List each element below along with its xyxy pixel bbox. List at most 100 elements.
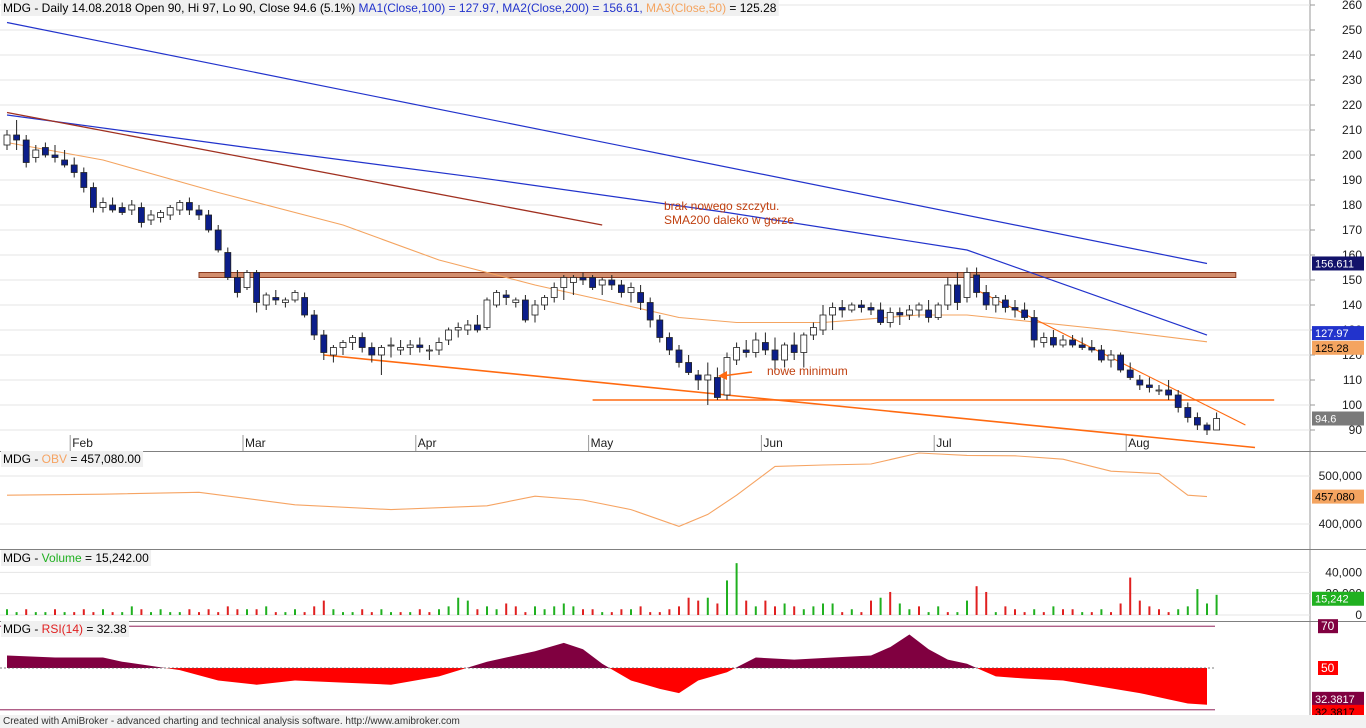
volume-bar — [630, 609, 632, 615]
obv-tick-label: 500,000 — [1319, 469, 1363, 483]
volume-bar — [351, 612, 354, 615]
candle-body-down — [877, 309, 884, 323]
title-segment: MDG - — [3, 452, 42, 466]
candle-body-up — [147, 214, 155, 221]
obv-panel-title: MDG - OBV = 457,080.00 — [3, 452, 141, 466]
candle-body-down — [954, 284, 961, 303]
candle — [464, 320, 472, 335]
candle-body-up — [445, 329, 453, 341]
candle — [416, 337, 424, 353]
candle-body-down — [195, 209, 203, 216]
candle-body-up — [349, 337, 357, 343]
volume-bar — [495, 609, 498, 615]
candle-body-up — [598, 279, 606, 286]
price-panel[interactable] — [3, 21, 1275, 449]
month-label: Jul — [936, 436, 951, 450]
volume-panel-title: MDG - Volume = 15,242.00 — [3, 551, 149, 565]
candle-body-up — [435, 342, 443, 351]
volume-bar — [745, 600, 748, 615]
candle — [224, 247, 232, 280]
value-tag-label: 15,242 — [1315, 594, 1349, 606]
annotation-arrow — [718, 371, 753, 380]
volume-bar — [188, 609, 191, 615]
candle — [934, 302, 942, 320]
volume-bar — [82, 609, 85, 615]
candle — [185, 197, 193, 215]
candle — [358, 332, 366, 353]
candle-body-down — [896, 312, 904, 316]
month-labels: Feb Mar Apr May Jun Jul Aug — [72, 436, 1149, 450]
candle — [560, 275, 568, 300]
volume-bar — [1100, 609, 1103, 615]
candle — [886, 307, 894, 328]
candle-body-down — [310, 314, 318, 336]
candle — [99, 197, 107, 213]
volume-bar — [294, 609, 296, 615]
candle-body-up — [406, 344, 414, 348]
volume-bar — [140, 609, 143, 615]
volume-bar — [34, 612, 37, 615]
candle — [118, 202, 126, 215]
candle — [752, 332, 760, 358]
volume-bar — [102, 609, 104, 615]
candle — [685, 355, 692, 375]
volume-bar — [562, 603, 565, 615]
month-label: Aug — [1128, 436, 1149, 450]
volume-bar — [793, 606, 796, 615]
candle-body-down — [714, 377, 721, 398]
value-tag: 156.611 — [1312, 256, 1364, 271]
volume-bar — [207, 609, 210, 615]
volume-bar — [1158, 609, 1160, 615]
price-tick-label: 230 — [1342, 73, 1362, 87]
candle-body-up — [377, 347, 385, 356]
candle-body-down — [694, 374, 702, 381]
candle-body-down — [1088, 347, 1096, 351]
candle — [80, 167, 88, 193]
candle-body-down — [1021, 309, 1028, 318]
candle — [137, 202, 145, 228]
candle — [51, 145, 59, 163]
volume-bar — [1033, 609, 1036, 615]
rsi-panel[interactable] — [0, 625, 1215, 711]
volume-bar — [399, 612, 402, 615]
volume-bar — [802, 609, 805, 615]
candle-body-up — [829, 307, 836, 316]
volume-bar — [342, 612, 344, 615]
value-tag: 127.97 — [1312, 326, 1364, 341]
candle-body-down — [790, 344, 798, 353]
volume-bar — [822, 603, 824, 615]
footer-credit: Created with AmiBroker - advanced charti… — [0, 715, 1366, 728]
candle — [637, 285, 644, 310]
volume-bar — [726, 580, 728, 615]
candle — [704, 362, 712, 405]
volume-bar — [649, 612, 652, 615]
candle — [1098, 345, 1105, 363]
volume-bar — [697, 600, 700, 615]
candle-body-up — [560, 277, 568, 288]
value-tag: 32.3817 — [1312, 691, 1364, 706]
candle-body-down — [13, 134, 21, 141]
candle-body-down — [646, 302, 654, 321]
candle-body-up — [733, 347, 740, 361]
candle-body-down — [973, 274, 980, 293]
candle-body-up — [329, 347, 337, 356]
volume-panel[interactable] — [6, 563, 1218, 615]
candle — [349, 335, 357, 350]
obv-panel[interactable] — [6, 452, 1208, 527]
candle-body-up — [848, 304, 856, 311]
candle-body-up — [752, 339, 760, 353]
candle — [944, 277, 952, 310]
candle-body-down — [358, 337, 366, 348]
candle-body-up — [781, 344, 788, 361]
candle — [829, 302, 836, 330]
candle — [925, 300, 932, 323]
candle-body-up — [262, 294, 270, 306]
candle — [1136, 375, 1144, 390]
candle-body-down — [118, 207, 126, 213]
volume-bar — [476, 609, 479, 615]
candle — [109, 197, 116, 213]
amibroker-chart[interactable]: 2602502402302202102001901801701601501401… — [0, 0, 1366, 728]
candle-body-up — [166, 207, 174, 216]
title-segment: = 457,080.00 — [67, 452, 141, 466]
candle — [963, 267, 971, 303]
